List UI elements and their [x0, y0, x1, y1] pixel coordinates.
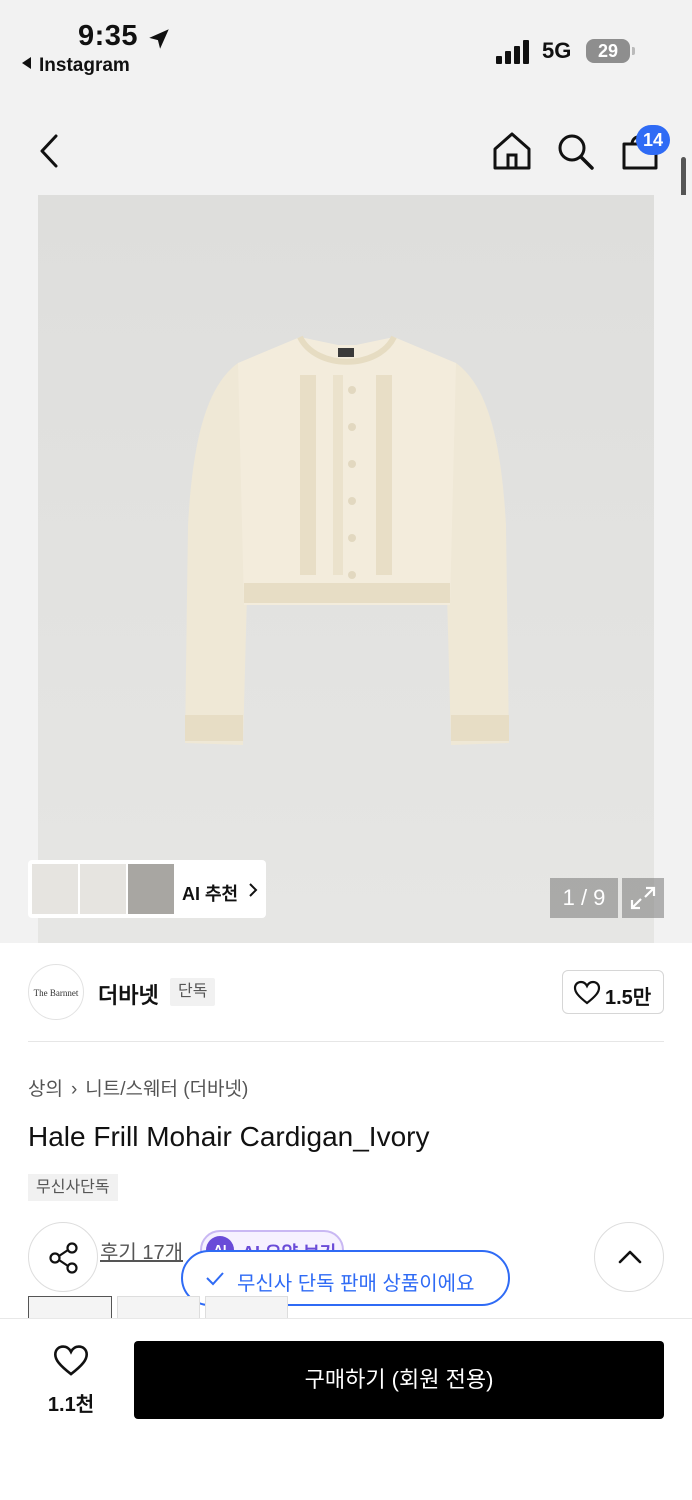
check-icon — [206, 1272, 224, 1286]
option-thumb[interactable] — [28, 1296, 112, 1318]
brand-like-count: 1.5만 — [605, 987, 652, 1009]
cardigan-photo — [38, 195, 654, 943]
back-triangle-icon — [22, 57, 31, 69]
musinsa-exclusive-tag: 무신사단독 — [28, 1174, 118, 1201]
buy-button[interactable]: 구매하기 (회원 전용) — [134, 1341, 664, 1419]
heart-icon — [573, 980, 601, 1005]
recommend-thumb-3[interactable] — [128, 864, 174, 914]
expand-image-button[interactable] — [622, 878, 664, 918]
share-button[interactable] — [28, 1222, 98, 1292]
cellular-signal-icon — [496, 40, 529, 64]
search-icon[interactable] — [552, 128, 598, 174]
battery-level: 29 — [597, 41, 619, 61]
location-arrow-icon — [149, 29, 169, 49]
ai-recommend-label[interactable]: AI 추천 — [182, 880, 238, 906]
network-type: 5G — [542, 38, 572, 63]
brand-logo[interactable]: The Barnnet — [28, 964, 84, 1020]
option-thumb[interactable] — [117, 1296, 200, 1318]
breadcrumb: 상의 › 니트/스웨터 (더바넷) — [28, 1074, 248, 1101]
product-like-count: 1.1천 — [47, 1394, 95, 1416]
product-like-button[interactable]: 1.1천 — [40, 1344, 102, 1416]
review-count-link[interactable]: 후기 17개 — [100, 1236, 183, 1265]
section-divider — [28, 1041, 664, 1042]
back-to-app-link[interactable]: Instagram — [22, 55, 130, 77]
toast-message: 무신사 단독 판매 상품이에요 — [237, 1273, 475, 1295]
scroll-to-top-button[interactable] — [594, 1222, 664, 1292]
back-arrow-icon[interactable] — [28, 128, 74, 174]
expand-icon — [630, 886, 656, 910]
breadcrumb-item[interactable]: 니트/스웨터 (더바넷) — [85, 1079, 248, 1100]
chevron-right-icon — [249, 883, 258, 897]
product-image[interactable] — [38, 195, 654, 943]
brand-exclusive-tag: 단독 — [170, 978, 216, 1006]
breadcrumb-separator: › — [70, 1079, 78, 1100]
status-time: 9:35 — [78, 20, 139, 52]
battery-tip — [632, 47, 635, 55]
product-title: Hale Frill Mohair Cardigan_Ivory — [28, 1121, 430, 1152]
brand-logo-text: The Barnnet — [33, 988, 79, 998]
heart-icon — [53, 1345, 89, 1376]
chevron-up-icon — [618, 1250, 642, 1264]
recommend-thumb-1[interactable] — [32, 864, 78, 914]
recommend-thumb-2[interactable] — [80, 864, 126, 914]
option-thumb[interactable] — [205, 1296, 288, 1318]
back-app-label: Instagram — [39, 55, 130, 76]
battery-icon: 29 — [586, 39, 630, 63]
home-icon[interactable] — [489, 128, 535, 174]
share-icon — [49, 1242, 78, 1274]
brand-like-button[interactable]: 1.5만 — [562, 970, 664, 1014]
breadcrumb-item[interactable]: 상의 — [28, 1079, 63, 1100]
image-page-counter: 1 / 9 — [550, 878, 618, 918]
cart-count-badge: 14 — [636, 125, 670, 155]
brand-name[interactable]: 더바넷 — [98, 978, 159, 1010]
